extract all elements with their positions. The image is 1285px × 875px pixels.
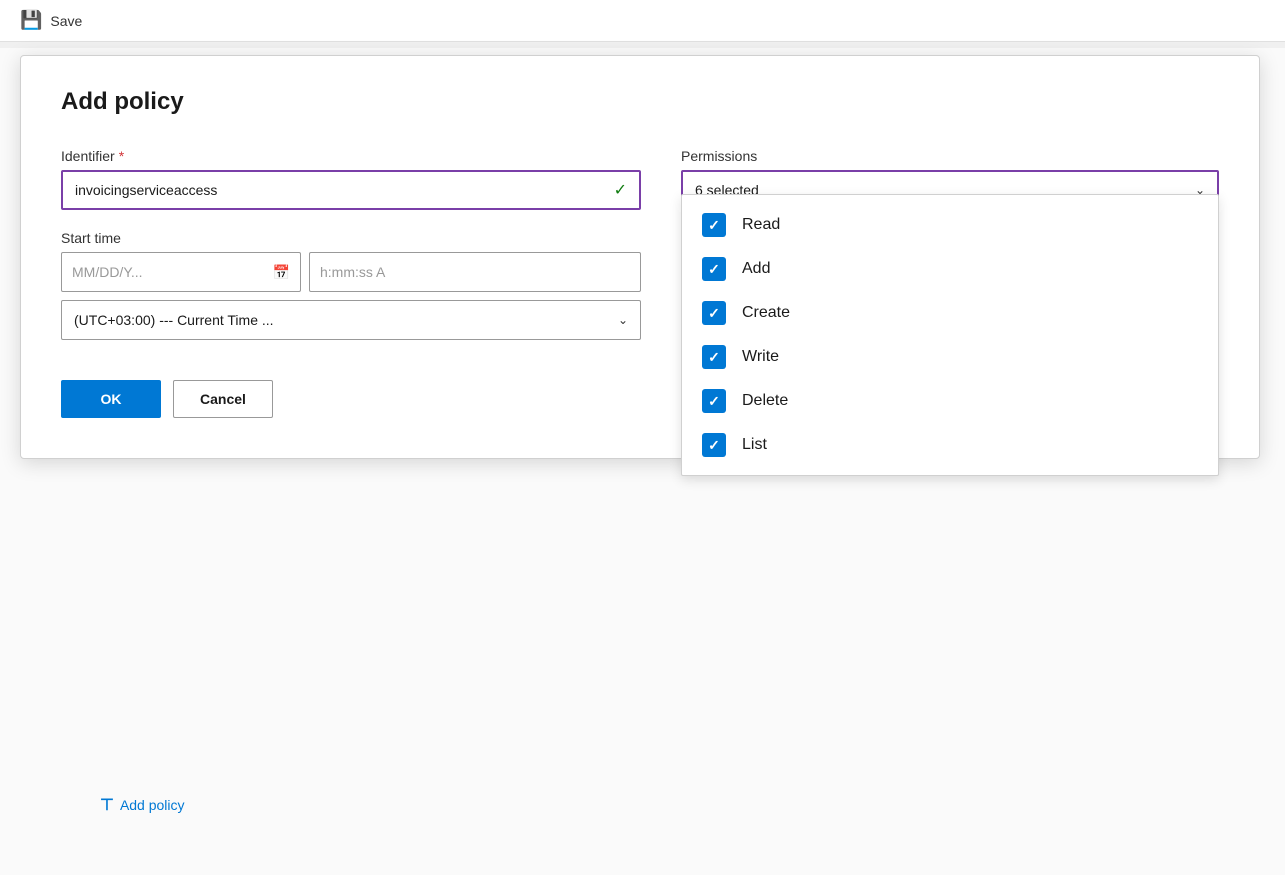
form-right: Permissions 6 selected ⌄ ✓Read✓Add✓Creat… [681,148,1219,210]
dialog-title: Add policy [61,88,1219,116]
date-placeholder: MM/DD/Y... [72,264,143,280]
permission-item[interactable]: ✓ List [682,423,1218,467]
start-time-field-group: Start time MM/DD/Y... 📅 h:mm:ss A (UTC+0… [61,230,641,340]
checkbox-checked: ✓ [702,389,726,413]
calendar-icon: 📅 [273,264,290,281]
start-time-row: MM/DD/Y... 📅 h:mm:ss A [61,252,641,292]
add-policy-link[interactable]: ⊤ Add policy [100,795,185,815]
cancel-button[interactable]: Cancel [173,380,273,418]
timezone-chevron-icon: ⌄ [618,313,628,327]
permission-label: Delete [742,392,788,410]
checkmark-icon: ✓ [708,349,720,366]
identifier-field-group: Identifier * invoicingserviceaccess ✓ [61,148,641,210]
timezone-dropdown[interactable]: (UTC+03:00) --- Current Time ... ⌄ [61,300,641,340]
identifier-label: Identifier * [61,148,641,164]
permission-label: Read [742,216,780,234]
permission-label: List [742,436,767,454]
permission-item[interactable]: ✓ Write [682,335,1218,379]
save-button[interactable]: Save [50,13,82,29]
permission-item[interactable]: ✓ Add [682,247,1218,291]
checkmark-icon: ✓ [708,437,720,454]
identifier-input[interactable]: invoicingserviceaccess ✓ [61,170,641,210]
checkmark-icon: ✓ [708,393,720,410]
add-policy-icon: ⊤ [100,795,114,815]
form-left: Identifier * invoicingserviceaccess ✓ St… [61,148,641,418]
identifier-valid-icon: ✓ [614,180,627,200]
time-input[interactable]: h:mm:ss A [309,252,641,292]
checkbox-checked: ✓ [702,301,726,325]
add-policy-dialog: Add policy Identifier * invoicingservice… [20,55,1260,459]
permission-item[interactable]: ✓ Create [682,291,1218,335]
checkmark-icon: ✓ [708,261,720,278]
permission-item[interactable]: ✓ Read [682,203,1218,247]
permission-label: Create [742,304,790,322]
permission-label: Add [742,260,770,278]
add-policy-label: Add policy [120,797,185,813]
checkbox-checked: ✓ [702,257,726,281]
checkmark-icon: ✓ [708,305,720,322]
checkmark-icon: ✓ [708,217,720,234]
save-icon: 💾 [20,10,42,31]
permissions-dropdown-list: ✓ Read ✓ Add ✓ Create ✓ Write ✓ Delete ✓ List [681,194,1219,476]
checkbox-checked: ✓ [702,345,726,369]
permission-item[interactable]: ✓ Delete [682,379,1218,423]
required-indicator: * [119,148,124,164]
checkbox-checked: ✓ [702,433,726,457]
toolbar: 💾 Save [0,0,1285,42]
checkbox-checked: ✓ [702,213,726,237]
identifier-value: invoicingserviceaccess [75,182,217,198]
timezone-value: (UTC+03:00) --- Current Time ... [74,312,274,328]
permissions-label: Permissions [681,148,1219,164]
permission-label: Write [742,348,779,366]
start-time-label: Start time [61,230,641,246]
time-placeholder: h:mm:ss A [320,264,385,280]
ok-button[interactable]: OK [61,380,161,418]
form-layout: Identifier * invoicingserviceaccess ✓ St… [61,148,1219,418]
date-input[interactable]: MM/DD/Y... 📅 [61,252,301,292]
button-row: OK Cancel [61,380,641,418]
